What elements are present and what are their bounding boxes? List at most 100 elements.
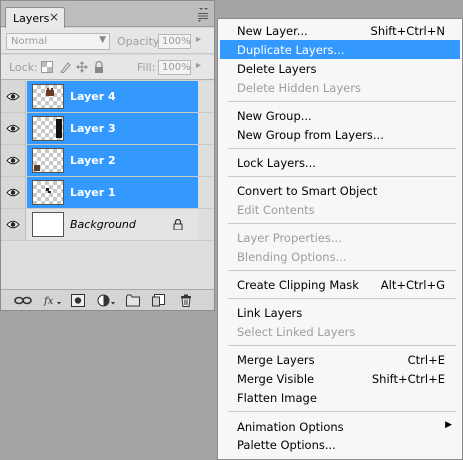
- link-layers-icon[interactable]: [14, 294, 32, 307]
- menu-item-merge-layers[interactable]: Merge Layers Ctrl+E: [220, 350, 460, 369]
- menu-item-label: Link Layers: [237, 306, 303, 320]
- menu-item-label: Blending Options...: [237, 250, 347, 264]
- layer-name: Background: [70, 218, 136, 231]
- menu-item-label: Create Clipping Mask: [237, 278, 359, 292]
- chevron-down-icon: ▼: [99, 35, 106, 45]
- lock-icon: [173, 219, 183, 230]
- layer-body-selected[interactable]: Layer 2: [27, 145, 198, 176]
- menu-item-label: Merge Visible: [237, 372, 315, 386]
- menu-item-duplicate-layers[interactable]: Duplicate Layers...: [220, 40, 460, 59]
- opacity-label: Opacity:: [117, 35, 163, 48]
- panel-tab-bar: Layers ×: [1, 1, 214, 28]
- layer-row[interactable]: Background: [1, 209, 214, 241]
- add-mask-icon[interactable]: [71, 294, 85, 307]
- layer-row[interactable]: Layer 3: [1, 113, 214, 145]
- opacity-value: 100%: [162, 36, 191, 47]
- menu-item-shortcut: Shift+Ctrl+N: [370, 24, 445, 38]
- menu-item-label: Flatten Image: [237, 391, 317, 405]
- menu-separator: [228, 270, 456, 271]
- blend-options-row: Normal ▼ Opacity: 100% ▸: [1, 28, 214, 54]
- layer-body-selected[interactable]: Layer 1: [27, 177, 198, 208]
- menu-item-label: Edit Contents: [237, 203, 315, 217]
- visibility-toggle[interactable]: [1, 209, 26, 240]
- menu-item-animation-options[interactable]: Animation Options ▶: [220, 417, 460, 436]
- menu-item-layer-properties[interactable]: Layer Properties...: [220, 228, 460, 247]
- panel-bottom-toolbar: fx: [1, 289, 214, 310]
- lock-all-icon[interactable]: [93, 61, 105, 73]
- visibility-toggle[interactable]: [1, 177, 26, 208]
- visibility-toggle[interactable]: [1, 113, 26, 144]
- close-tab-icon[interactable]: ×: [49, 10, 59, 24]
- menu-item-shortcut: Shift+Ctrl+E: [371, 372, 445, 386]
- menu-item-new-group-from-layers[interactable]: New Group from Layers...: [220, 125, 460, 144]
- opacity-input[interactable]: 100%: [158, 34, 191, 49]
- menu-item-delete-layers[interactable]: Delete Layers: [220, 59, 460, 78]
- layer-style-fx-icon[interactable]: fx: [43, 294, 63, 307]
- layers-list: Layer 4 Layer 3 Layer 2 Layer 1 Backgrou…: [1, 81, 214, 289]
- opacity-slider-icon[interactable]: ▸: [196, 34, 201, 45]
- eye-icon: [6, 220, 20, 229]
- menu-item-palette-options[interactable]: Palette Options...: [220, 435, 460, 454]
- blend-mode-value: Normal: [11, 36, 48, 47]
- menu-item-lock-layers[interactable]: Lock Layers...: [220, 153, 460, 172]
- layer-thumbnail: [32, 180, 64, 205]
- menu-item-label: New Layer...: [237, 24, 308, 38]
- layer-body-selected[interactable]: Layer 3: [27, 113, 198, 144]
- layer-row[interactable]: Layer 2: [1, 145, 214, 177]
- adjustment-layer-icon[interactable]: [97, 294, 117, 307]
- menu-item-create-clipping-mask[interactable]: Create Clipping Mask Alt+Ctrl+G: [220, 275, 460, 294]
- layer-name: Layer 2: [70, 154, 116, 167]
- layer-thumbnail: [32, 84, 64, 109]
- menu-separator: [228, 345, 456, 346]
- menu-item-merge-visible[interactable]: Merge Visible Shift+Ctrl+E: [220, 369, 460, 388]
- menu-item-delete-hidden-layers[interactable]: Delete Hidden Layers: [220, 78, 460, 97]
- fill-input[interactable]: 100%: [158, 60, 191, 75]
- menu-item-label: Convert to Smart Object: [237, 184, 378, 198]
- visibility-toggle[interactable]: [1, 81, 26, 112]
- blend-mode-select[interactable]: Normal ▼: [6, 33, 110, 50]
- menu-item-new-group[interactable]: New Group...: [220, 106, 460, 125]
- trash-icon[interactable]: [179, 294, 193, 307]
- menu-item-link-layers[interactable]: Link Layers: [220, 303, 460, 322]
- layers-tab[interactable]: Layers ×: [5, 7, 65, 28]
- lock-transparency-icon[interactable]: [41, 61, 53, 73]
- new-layer-icon[interactable]: [152, 294, 166, 307]
- menu-item-shortcut: Alt+Ctrl+G: [380, 278, 445, 292]
- visibility-toggle[interactable]: [1, 145, 26, 176]
- layer-row[interactable]: Layer 4: [1, 81, 214, 113]
- menu-item-label: Animation Options: [237, 420, 344, 434]
- menu-item-label: Merge Layers: [237, 353, 315, 367]
- menu-item-shortcut: Ctrl+E: [407, 353, 445, 367]
- menu-item-label: New Group from Layers...: [237, 128, 384, 142]
- layer-thumbnail: [32, 212, 64, 237]
- menu-separator: [228, 101, 456, 102]
- new-group-folder-icon[interactable]: [126, 294, 140, 307]
- eye-icon: [6, 156, 20, 165]
- menu-item-label: Duplicate Layers...: [237, 43, 345, 57]
- layer-name: Layer 4: [70, 90, 116, 103]
- layer-thumbnail: [32, 116, 64, 141]
- layers-panel: Layers × Normal ▼ Opacity: 100% ▸ Lock:: [0, 0, 215, 311]
- menu-item-select-linked-layers[interactable]: Select Linked Layers: [220, 322, 460, 341]
- layer-body[interactable]: Background: [27, 209, 198, 240]
- menu-item-flatten-image[interactable]: Flatten Image: [220, 388, 460, 407]
- lock-image-pixels-icon[interactable]: [59, 61, 71, 73]
- menu-item-label: Layer Properties...: [237, 231, 342, 245]
- menu-separator: [228, 148, 456, 149]
- menu-item-edit-contents[interactable]: Edit Contents: [220, 200, 460, 219]
- eye-icon: [6, 188, 20, 197]
- fill-slider-icon[interactable]: ▸: [196, 60, 201, 71]
- layer-body-selected[interactable]: Layer 4: [27, 81, 198, 112]
- layers-tab-label: Layers: [13, 12, 50, 25]
- menu-item-label: Palette Options...: [237, 438, 336, 452]
- menu-item-blending-options[interactable]: Blending Options...: [220, 247, 460, 266]
- fill-value: 100%: [162, 62, 191, 73]
- menu-item-label: Lock Layers...: [237, 156, 316, 170]
- menu-item-convert-smart-object[interactable]: Convert to Smart Object: [220, 181, 460, 200]
- layer-row[interactable]: Layer 1: [1, 177, 214, 209]
- menu-separator: [228, 176, 456, 177]
- panel-menu-icon[interactable]: [196, 5, 210, 23]
- menu-item-new-layer[interactable]: New Layer... Shift+Ctrl+N: [220, 21, 460, 40]
- fill-label: Fill:: [137, 61, 156, 74]
- lock-position-icon[interactable]: [76, 61, 88, 73]
